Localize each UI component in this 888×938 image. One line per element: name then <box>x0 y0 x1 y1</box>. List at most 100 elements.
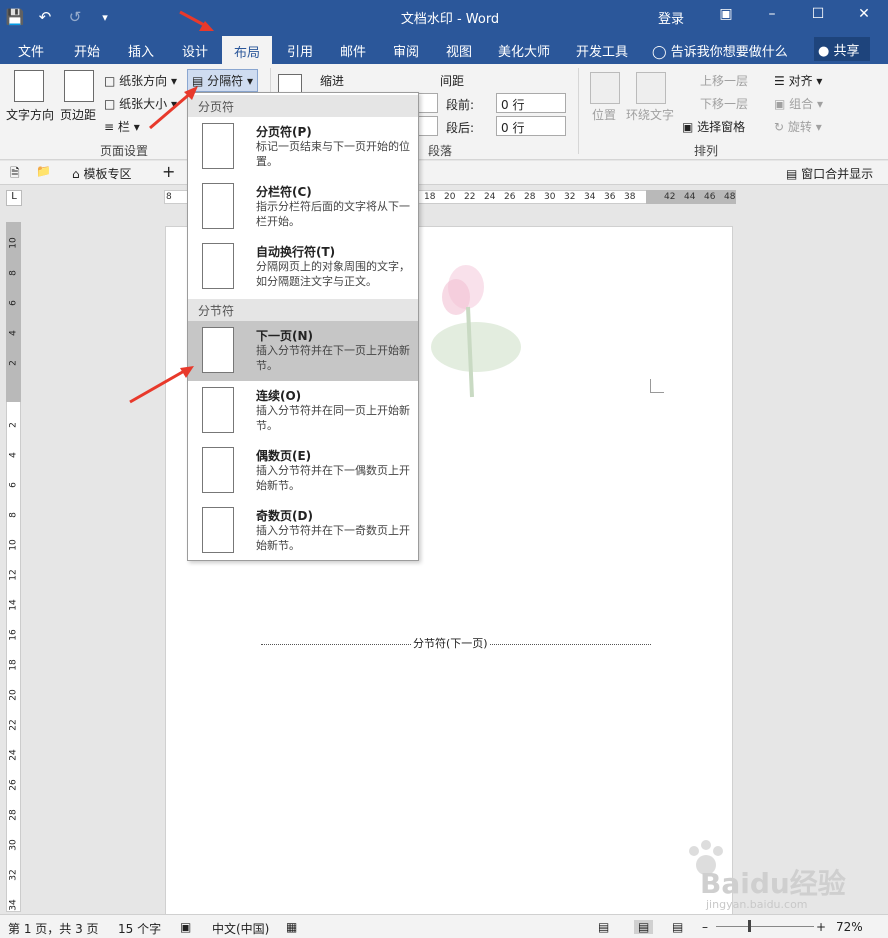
maximize-icon[interactable]: ☐ <box>806 6 830 22</box>
tab-home[interactable]: 开始 <box>74 41 100 60</box>
word-count[interactable]: 15 个字 <box>118 920 161 937</box>
dd-item-desc: 插入分节符并在下一页上开始新节。 <box>256 344 410 372</box>
group-paragraph-label: 段落 <box>428 144 453 158</box>
zoom-slider-thumb[interactable] <box>748 920 751 932</box>
text-direction-icon[interactable] <box>14 70 44 102</box>
page-count[interactable]: 第 1 页，共 3 页 <box>8 920 99 937</box>
tab-developer[interactable]: 开发工具 <box>576 41 628 60</box>
lightbulb-icon: ◯ <box>652 45 667 60</box>
wrap-text-icon[interactable] <box>636 72 666 104</box>
tab-file[interactable]: 文件 <box>18 41 44 60</box>
dd-item-desc: 指示分栏符后面的文字将从下一栏开始。 <box>256 200 410 228</box>
macro-icon[interactable]: ▦ <box>286 920 297 934</box>
text-direction-button[interactable]: 文字方向 <box>6 106 54 123</box>
ruler-tick: 44 <box>684 192 696 202</box>
tab-selector[interactable]: L <box>6 190 22 206</box>
minimize-icon[interactable]: – <box>760 6 784 22</box>
redo-icon[interactable]: ↺ <box>60 8 90 26</box>
zoom-out-button[interactable]: – <box>702 920 708 934</box>
selection-pane-button[interactable]: ▣ 选择窗格 <box>682 118 745 135</box>
quick-access-toolbar: 💾 ↶ ↺ ▾ <box>0 0 120 34</box>
tab-references[interactable]: 引用 <box>287 41 313 60</box>
new-doc-icon[interactable]: 🗎 <box>10 164 20 185</box>
undo-icon[interactable]: ↶ <box>30 8 60 26</box>
window-merge-button[interactable]: ▤ 窗口合并显示 <box>786 165 873 182</box>
tab-design[interactable]: 设计 <box>182 41 208 60</box>
wrap-text-button[interactable]: 环绕文字 <box>626 106 674 123</box>
save-icon[interactable]: 💾 <box>0 8 30 26</box>
zoom-slider[interactable] <box>716 926 814 927</box>
read-mode-icon[interactable]: ▤ <box>598 920 609 934</box>
ruler-tick: 46 <box>704 192 716 202</box>
orientation-button[interactable]: □ 纸张方向 ▾ <box>104 72 177 89</box>
folder-icon[interactable]: 📁 <box>36 164 51 178</box>
group-button[interactable]: ▣ 组合 ▾ <box>774 95 823 112</box>
tab-layout[interactable]: 布局 <box>222 36 273 64</box>
tab-mailings[interactable]: 邮件 <box>340 41 366 60</box>
columns-button[interactable]: ≡ 栏 ▾ <box>104 118 140 135</box>
align-button[interactable]: ☰ 对齐 ▾ <box>774 72 822 89</box>
close-icon[interactable]: ✕ <box>852 6 876 22</box>
language[interactable]: 中文(中国) <box>212 920 269 937</box>
position-button[interactable]: 位置 <box>592 106 616 123</box>
text-wrapping-break-item[interactable]: 自动换行符(T) 分隔网页上的对象周围的文字，如分隔题注文字与正文。 <box>188 237 418 297</box>
next-page-item[interactable]: 下一页(N) 插入分节符并在下一页上开始新节。 <box>188 321 418 381</box>
columns-label: 栏 <box>117 120 130 134</box>
even-page-item[interactable]: 偶数页(E) 插入分节符并在下一偶数页上开始新节。 <box>188 441 418 501</box>
continuous-item[interactable]: 连续(O) 插入分节符并在同一页上开始新节。 <box>188 381 418 441</box>
web-layout-icon[interactable]: ▤ <box>672 920 683 934</box>
baidu-watermark: Baidu经验 <box>700 867 846 900</box>
template-zone-tab[interactable]: ⌂ 模板专区 <box>72 165 131 182</box>
dd-item-desc: 标记一页结束与下一页开始的位置。 <box>256 140 410 168</box>
share-button[interactable]: ● 共享 <box>814 37 870 61</box>
proofing-icon[interactable]: ▣ <box>180 920 191 934</box>
ruler-tick: 32 <box>8 869 19 881</box>
dd-item-title: 分页符(P) <box>256 125 312 139</box>
tab-view[interactable]: 视图 <box>446 41 472 60</box>
print-layout-icon[interactable]: ▤ <box>634 920 654 934</box>
ruler-tick: 12 <box>8 569 19 581</box>
margins-button[interactable]: 页边距 <box>60 106 96 123</box>
ruler-tick: 42 <box>664 192 676 202</box>
rotate-button[interactable]: ↻ 旋转 ▾ <box>774 118 822 135</box>
ruler-tick: 34 <box>584 192 596 202</box>
zoom-in-button[interactable]: + <box>816 920 826 934</box>
breaks-button[interactable]: ▤ 分隔符 ▾ <box>187 69 259 92</box>
tab-review[interactable]: 审阅 <box>393 41 419 60</box>
send-backward-button[interactable]: 下移一层 <box>700 95 748 112</box>
group-icon: ▣ <box>774 97 786 111</box>
lotus-watermark <box>431 265 521 398</box>
baidu-watermark-url: jingyan.baidu.com <box>706 898 808 911</box>
login-link[interactable]: 登录 <box>658 8 684 27</box>
continuous-icon <box>202 387 234 433</box>
position-icon[interactable] <box>590 72 620 104</box>
spacing-before-input[interactable]: 0 行 <box>496 93 566 113</box>
dd-item-title: 奇数页(D) <box>256 509 313 523</box>
customize-qat-icon[interactable]: ▾ <box>90 11 120 24</box>
ruler-tick: 30 <box>544 192 556 202</box>
bring-forward-button[interactable]: 上移一层 <box>700 72 748 89</box>
margins-icon[interactable] <box>64 70 94 102</box>
next-page-icon <box>202 327 234 373</box>
column-break-item[interactable]: 分栏符(C) 指示分栏符后面的文字将从下一栏开始。 <box>188 177 418 237</box>
ruler-tick: 10 <box>8 539 19 551</box>
page-break-item[interactable]: 分页符(P) 标记一页结束与下一页开始的位置。 <box>188 117 418 177</box>
zoom-level[interactable]: 72% <box>836 920 863 934</box>
window-merge-label: 窗口合并显示 <box>801 167 874 181</box>
ruler-tick: 22 <box>8 719 19 731</box>
dd-item-title: 分栏符(C) <box>256 185 312 199</box>
spacing-label: 间距 <box>440 74 465 88</box>
tell-me-box[interactable]: ◯ 告诉我你想要做什么 <box>652 41 788 60</box>
odd-page-item[interactable]: 奇数页(D) 插入分节符并在下一奇数页上开始新节。 <box>188 501 418 561</box>
page-break-icon <box>202 123 234 169</box>
size-label: 纸张大小 <box>119 97 168 111</box>
ribbon-display-icon[interactable]: ▣ <box>714 6 738 22</box>
add-tab-button[interactable]: + <box>162 162 175 181</box>
spacing-after-input[interactable]: 0 行 <box>496 116 566 136</box>
ruler-tick: 16 <box>8 629 19 641</box>
tab-insert[interactable]: 插入 <box>128 41 154 60</box>
section-breaks-header: 分节符 <box>188 299 418 321</box>
group-arrange-label: 排列 <box>694 144 719 158</box>
size-button[interactable]: □ 纸张大小 ▾ <box>104 95 177 112</box>
tab-beautify[interactable]: 美化大师 <box>498 41 550 60</box>
